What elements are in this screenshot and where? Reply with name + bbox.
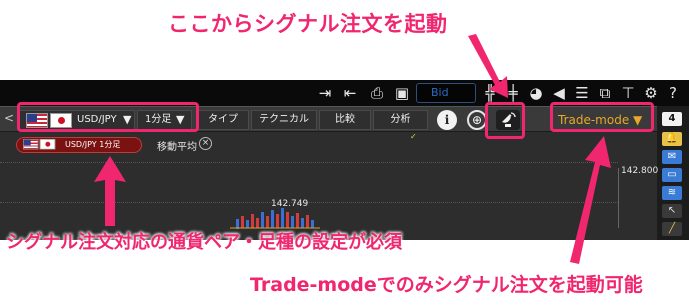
target-icon[interactable]: ⊕ bbox=[467, 110, 487, 130]
highlight-symbol-timeframe bbox=[17, 102, 199, 132]
right-side-toolbar: 4 🔔 ✉ ▭ ≋ ↖ ╱ bbox=[657, 106, 689, 240]
marker-icon: ✓ bbox=[410, 132, 417, 141]
export-icon[interactable]: ⇥ bbox=[316, 84, 334, 102]
chat-icon[interactable]: ▭ bbox=[662, 168, 682, 182]
chart-symbol-pill[interactable]: USD/JPY 1分足 bbox=[16, 137, 142, 153]
annotation-trade-mode-only: Trade-modeでのみシグナル注文を起動可能 bbox=[250, 274, 643, 296]
highlight-trade-mode bbox=[550, 102, 654, 132]
megaphone-icon[interactable]: ◀ bbox=[550, 84, 568, 102]
window-count-badge[interactable]: 4 bbox=[662, 112, 682, 126]
line-chart-icon[interactable]: ⧉ bbox=[596, 84, 614, 102]
import-icon[interactable]: ⇤ bbox=[341, 84, 359, 102]
save-icon[interactable]: ▣ bbox=[393, 84, 411, 102]
gear-icon[interactable]: ⚙ bbox=[642, 84, 660, 102]
compare-button[interactable]: 比較 bbox=[319, 110, 371, 130]
peak-price-label: 142.749 bbox=[271, 199, 309, 209]
question-icon[interactable]: ? bbox=[664, 84, 682, 102]
us-flag-icon bbox=[23, 139, 39, 150]
list-icon[interactable]: ☰ bbox=[573, 84, 591, 102]
print-icon[interactable]: ⎙ bbox=[368, 84, 386, 102]
bell-icon[interactable]: 🔔 bbox=[662, 132, 682, 146]
signal-icon[interactable]: ≋ bbox=[662, 186, 682, 200]
indicator-label[interactable]: 移動平均 bbox=[157, 138, 197, 153]
cross-hair-split-icon[interactable]: ╬ bbox=[481, 84, 499, 102]
info-icon[interactable]: i bbox=[437, 110, 457, 130]
bid-display[interactable]: Bid bbox=[416, 83, 476, 103]
jp-flag-icon bbox=[39, 139, 56, 150]
highlight-signal-button bbox=[485, 102, 525, 139]
chart-type-button[interactable]: タイプ bbox=[197, 110, 249, 130]
chart-symbol-label: USD/JPY 1分足 bbox=[65, 140, 121, 149]
mail-icon[interactable]: ✉ bbox=[662, 150, 682, 164]
currency-flags-icon bbox=[23, 139, 57, 150]
price-axis-label: 142.800 bbox=[621, 166, 659, 176]
chevron-left-icon[interactable]: < bbox=[4, 111, 14, 125]
cross-hair-merge-icon[interactable]: ╪ bbox=[504, 84, 522, 102]
pointer-icon[interactable]: ↖ bbox=[662, 204, 682, 218]
candles bbox=[236, 208, 314, 229]
trendline-icon[interactable]: ╱ bbox=[662, 222, 682, 236]
paint-roller-icon[interactable]: ⊤ bbox=[619, 84, 637, 102]
technical-button[interactable]: テクニカル bbox=[251, 110, 317, 130]
indicator-close-icon[interactable]: × bbox=[199, 137, 212, 150]
pie-chart-icon[interactable]: ◕ bbox=[527, 84, 545, 102]
analysis-button[interactable]: 分析 bbox=[373, 110, 428, 130]
annotation-launch-signal-order: ここからシグナル注文を起動 bbox=[168, 12, 448, 36]
annotation-pair-timeframe-required: シグナル注文対応の通貨ペア・足種の設定が必須 bbox=[6, 232, 402, 253]
price-axis-line bbox=[618, 168, 619, 228]
